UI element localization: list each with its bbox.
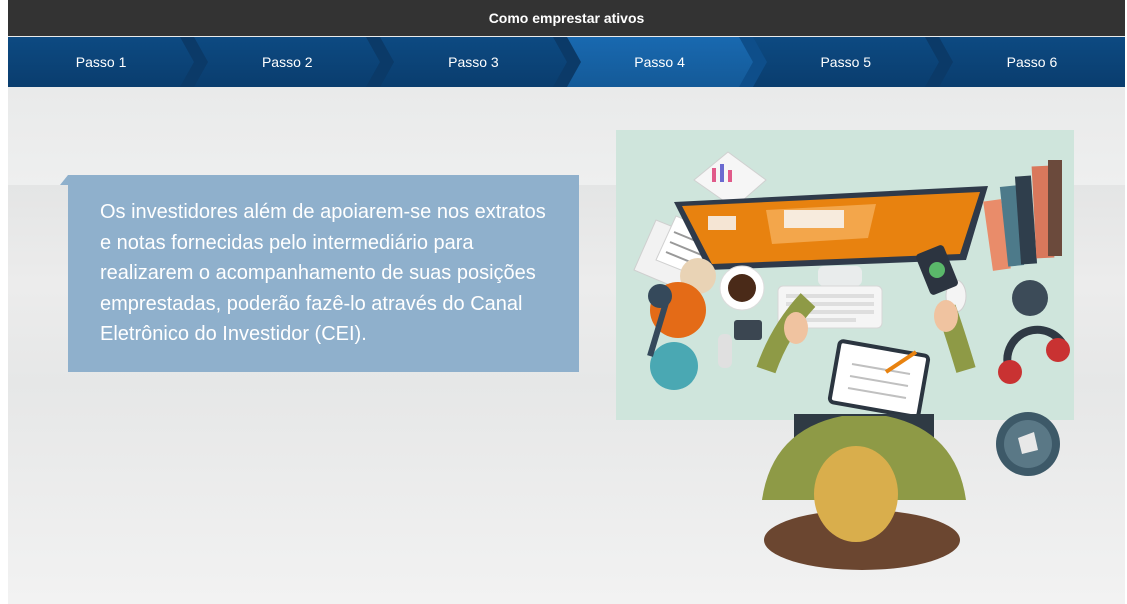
step-tab-1[interactable]: Passo 1	[8, 37, 209, 87]
step-navigation: Passo 1 Passo 2 Passo 3 Passo 4 Passo 5 …	[8, 37, 1126, 87]
step-tab-6[interactable]: Passo 6	[938, 37, 1126, 87]
step-tab-5[interactable]: Passo 5	[752, 37, 953, 87]
coffee-cup	[719, 265, 765, 311]
step-label: Passo 6	[1006, 54, 1058, 70]
info-paragraph: Os investidores além de apoiarem-se nos …	[100, 201, 546, 345]
info-text-box: Os investidores além de apoiarem-se nos …	[60, 175, 579, 372]
step-tab-3[interactable]: Passo 3	[380, 37, 581, 87]
step-label: Passo 3	[448, 54, 499, 70]
camera	[734, 320, 762, 340]
desk-illustration	[616, 130, 1074, 570]
step-label: Passo 2	[261, 54, 313, 70]
lesson-frame: Como emprestar ativos Passo 1 Passo 2 Pa…	[8, 0, 1126, 604]
tape-roll	[1012, 280, 1048, 316]
step-tab-4[interactable]: Passo 4	[566, 37, 767, 87]
remote	[718, 334, 732, 368]
notebook	[827, 339, 931, 419]
step-label: Passo 1	[75, 54, 127, 70]
step-tab-2[interactable]: Passo 2	[194, 37, 395, 87]
step-label: Passo 4	[634, 54, 685, 70]
trash-bin	[996, 412, 1060, 476]
lesson-title: Como emprestar ativos	[8, 0, 1125, 36]
text-box-tab	[60, 175, 68, 185]
step-label: Passo 5	[820, 54, 872, 70]
